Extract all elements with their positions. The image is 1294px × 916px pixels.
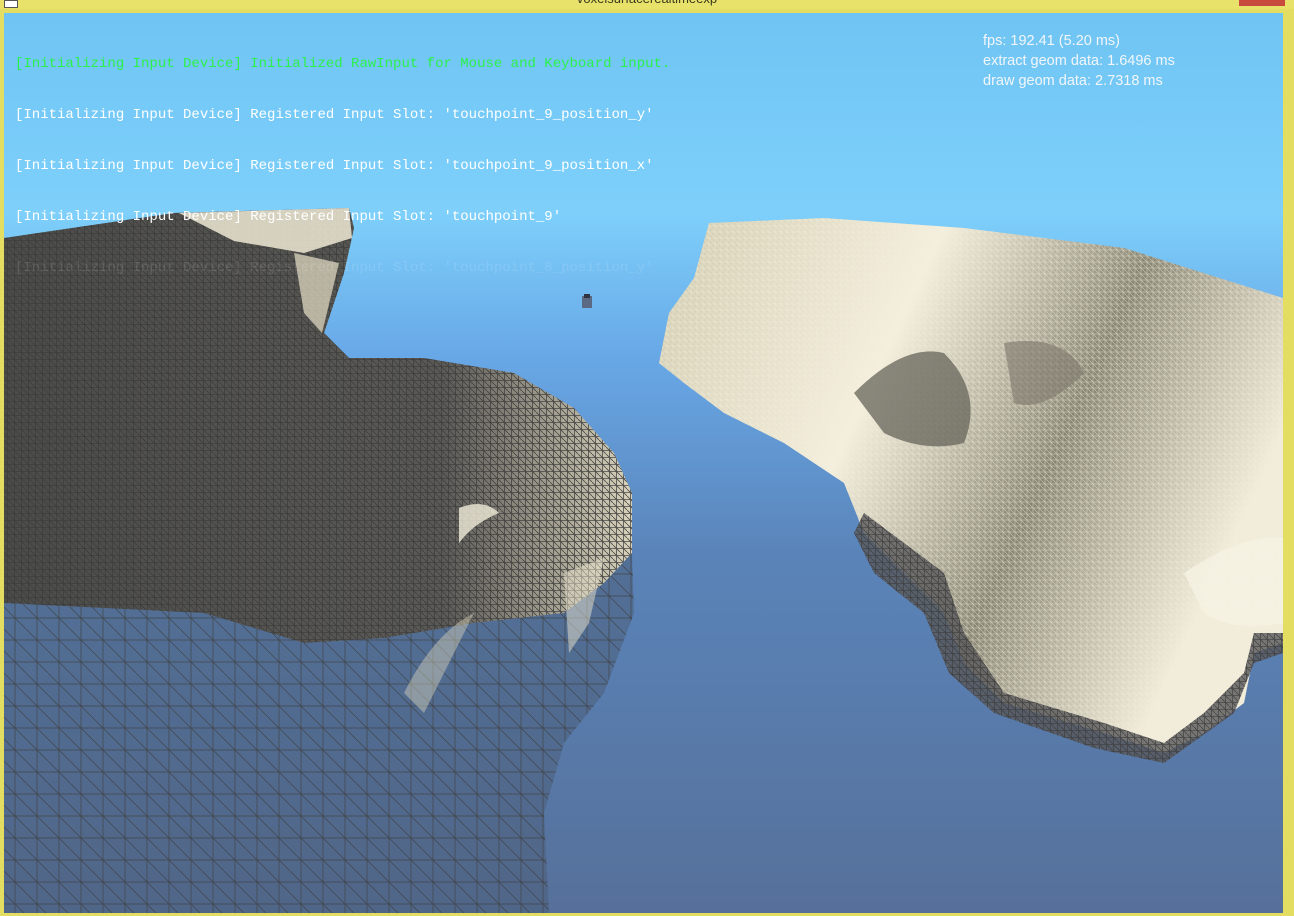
- console-line: [Initializing Input Device] Initialized …: [15, 56, 671, 72]
- console-line: [Initializing Input Device] Registered I…: [15, 107, 654, 123]
- performance-stats: fps: 192.41 (5.20 ms) extract geom data:…: [983, 31, 1175, 91]
- close-button[interactable]: [1239, 0, 1285, 6]
- title-bar[interactable]: voxelsurfacerealtimeexp: [0, 0, 1294, 9]
- render-viewport[interactable]: [Initializing Input Device] Initialized …: [4, 13, 1283, 913]
- console-log: [Initializing Input Device] Initialized …: [15, 22, 670, 311]
- console-line: [Initializing Input Device] Registered I…: [15, 209, 562, 225]
- window-title: voxelsurfacerealtimeexp: [0, 0, 1294, 6]
- extract-geom-readout: extract geom data: 1.6496 ms: [983, 53, 1175, 69]
- draw-geom-readout: draw geom data: 2.7318 ms: [983, 73, 1163, 89]
- console-line: [Initializing Input Device] Registered I…: [15, 260, 654, 276]
- console-line: [Initializing Input Device] Registered I…: [15, 158, 654, 174]
- window-border-right: [1283, 13, 1294, 916]
- fps-readout: fps: 192.41 (5.20 ms): [983, 33, 1121, 49]
